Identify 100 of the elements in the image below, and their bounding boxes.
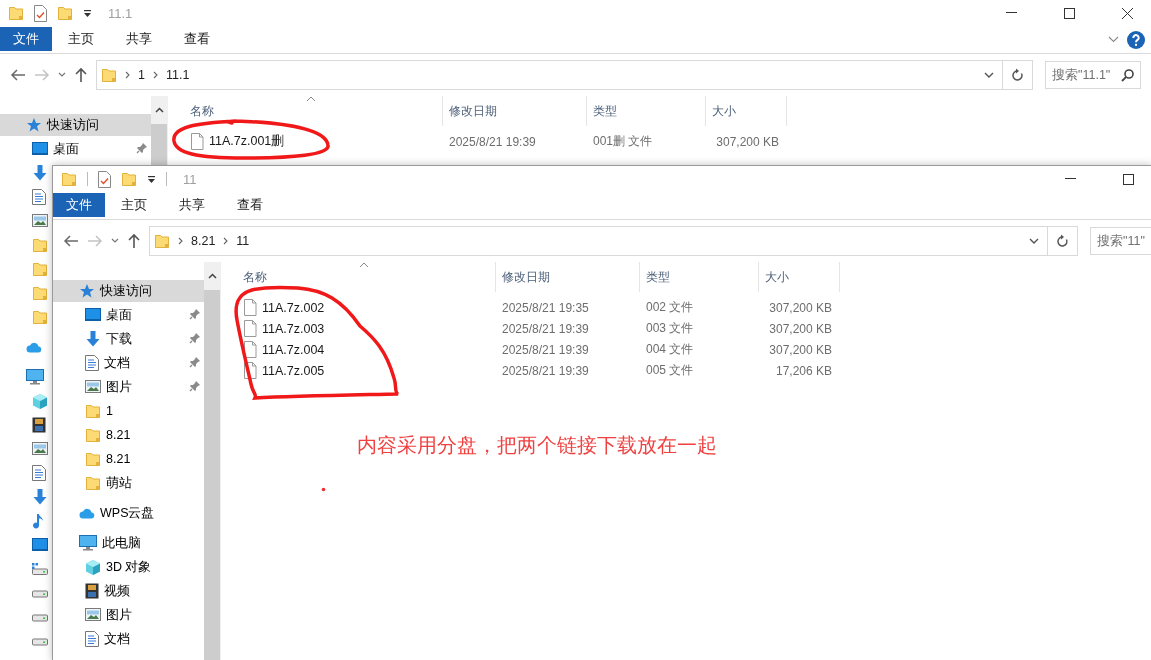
scrollbar[interactable]	[204, 262, 220, 660]
ribbon-tab[interactable]: 主页	[52, 27, 110, 51]
chevron-right-icon	[125, 71, 130, 79]
table-cell-text: 2025/8/21 19:35	[501, 300, 590, 315]
scroll-up-icon[interactable]	[207, 273, 217, 279]
file-icon	[243, 320, 257, 337]
column-header[interactable]: 类型	[640, 262, 759, 292]
back-arrow-icon[interactable]	[63, 234, 79, 248]
nav-item[interactable]: 视频	[53, 580, 204, 602]
table-cell-text: 307,200 KB	[768, 300, 833, 315]
refresh-button[interactable]	[1048, 226, 1078, 256]
computer-icon	[79, 535, 97, 551]
search-icon[interactable]	[1121, 68, 1134, 82]
chevron-down-icon[interactable]	[111, 238, 119, 244]
column-header[interactable]: 类型	[587, 96, 706, 126]
help-icon[interactable]	[1127, 30, 1145, 49]
path-segment[interactable]: 11.1	[165, 68, 190, 82]
back-arrow-icon[interactable]	[10, 68, 26, 82]
nav-item[interactable]: 桌面	[0, 138, 151, 160]
file-name[interactable]: 11A.7z.002	[262, 300, 325, 315]
column-header[interactable]: 修改日期	[443, 96, 587, 126]
nav-item[interactable]: 图片	[53, 604, 204, 626]
file-name[interactable]: 11A.7z.004	[262, 342, 325, 357]
file-name[interactable]: 11A.7z.001删	[209, 133, 285, 150]
nav-item[interactable]: 文档	[53, 352, 204, 374]
cube-icon	[32, 393, 48, 409]
nav-item[interactable]: 桌面	[53, 304, 204, 326]
minimize-icon	[1005, 12, 1017, 14]
nav-item[interactable]: 8.21	[53, 424, 204, 446]
chevron-down-icon[interactable]	[58, 72, 66, 78]
nav-item[interactable]: WPS云盘	[53, 502, 204, 524]
sort-caret-icon	[306, 96, 316, 102]
column-header[interactable]: 名称	[221, 262, 496, 292]
nav-item[interactable]: 8.21	[53, 448, 204, 470]
ribbon-tab[interactable]: 查看	[168, 27, 226, 51]
nav-item[interactable]: 下载	[53, 328, 204, 350]
ribbon-tab[interactable]: 共享	[163, 193, 221, 217]
maximize-icon	[1063, 7, 1075, 19]
table-cell-text: 2025/8/21 19:39	[501, 363, 590, 378]
folder-icon	[32, 309, 48, 325]
path-segment[interactable]: 1	[138, 68, 145, 82]
download-icon	[85, 331, 101, 347]
table-cell-text: 002 文件	[645, 299, 695, 316]
column-header[interactable]: 修改日期	[496, 262, 640, 292]
table-cell-text: 2025/8/21 19:39	[448, 134, 537, 149]
document-icon	[32, 189, 46, 205]
folder-icon	[85, 451, 101, 467]
path-segment[interactable]: 8.21	[191, 234, 216, 248]
file-menu-button[interactable]: 文件	[53, 193, 105, 217]
column-header[interactable]: 大小	[759, 262, 840, 292]
up-arrow-icon[interactable]	[127, 233, 141, 249]
file-icon	[190, 133, 204, 150]
address-bar[interactable]: 8.21 11	[149, 226, 1048, 256]
film-icon	[32, 417, 46, 433]
nav-item[interactable]: 3D 对象	[53, 556, 204, 578]
dropdown-icon[interactable]	[147, 174, 156, 184]
dropdown-icon[interactable]	[83, 8, 92, 18]
cube-icon	[85, 559, 101, 575]
nav-item[interactable]: 图片	[53, 376, 204, 398]
picture-icon	[85, 608, 101, 622]
checklist-icon[interactable]	[34, 4, 47, 22]
folder-icon	[85, 475, 101, 491]
minimize-icon	[1064, 178, 1076, 180]
cloud-icon	[26, 341, 42, 353]
nav-item[interactable]: 1	[53, 400, 204, 422]
file-menu-button[interactable]: 文件	[0, 27, 52, 51]
chevron-down-icon[interactable]	[1029, 237, 1039, 245]
nav-item[interactable]: 萌站	[53, 472, 204, 494]
address-bar[interactable]: 1 11.1	[96, 60, 1003, 90]
close-icon	[1121, 7, 1133, 19]
table-cell-text: 307,200 KB	[768, 321, 833, 336]
column-header[interactable]: 名称	[168, 96, 443, 126]
chevron-down-icon[interactable]	[984, 71, 994, 79]
path-segment[interactable]: 11	[236, 234, 250, 248]
up-arrow-icon[interactable]	[74, 67, 88, 83]
desktop-icon	[32, 538, 48, 552]
refresh-button[interactable]	[1003, 60, 1033, 90]
search-box[interactable]: 搜索"11"	[1090, 227, 1151, 255]
file-name[interactable]: 11A.7z.003	[262, 321, 325, 336]
picture-icon	[85, 380, 101, 394]
nav-item[interactable]: 文档	[53, 628, 204, 650]
star-icon	[79, 283, 95, 299]
column-header[interactable]: 大小	[706, 96, 787, 126]
table-cell-text: 17,206 KB	[774, 363, 833, 378]
chevron-right-icon	[152, 71, 158, 79]
nav-item[interactable]: 快速访问	[0, 114, 151, 136]
ribbon-tab[interactable]: 主页	[105, 193, 163, 217]
ribbon-tab[interactable]: 共享	[110, 27, 168, 51]
window-title: 11	[183, 171, 197, 187]
file-name[interactable]: 11A.7z.005	[262, 363, 325, 378]
scroll-up-icon[interactable]	[154, 107, 164, 113]
search-box[interactable]: 搜索"11.1"	[1045, 61, 1141, 89]
window-title: 11.1	[108, 5, 133, 21]
ribbon-tab[interactable]: 查看	[221, 193, 279, 217]
nav-item[interactable]: 此电脑	[53, 532, 204, 554]
drive-icon	[32, 588, 48, 598]
checklist-icon[interactable]	[98, 170, 111, 188]
chevron-down-icon[interactable]	[1108, 36, 1119, 43]
computer-icon	[26, 369, 44, 385]
nav-item[interactable]: 快速访问	[53, 280, 204, 302]
